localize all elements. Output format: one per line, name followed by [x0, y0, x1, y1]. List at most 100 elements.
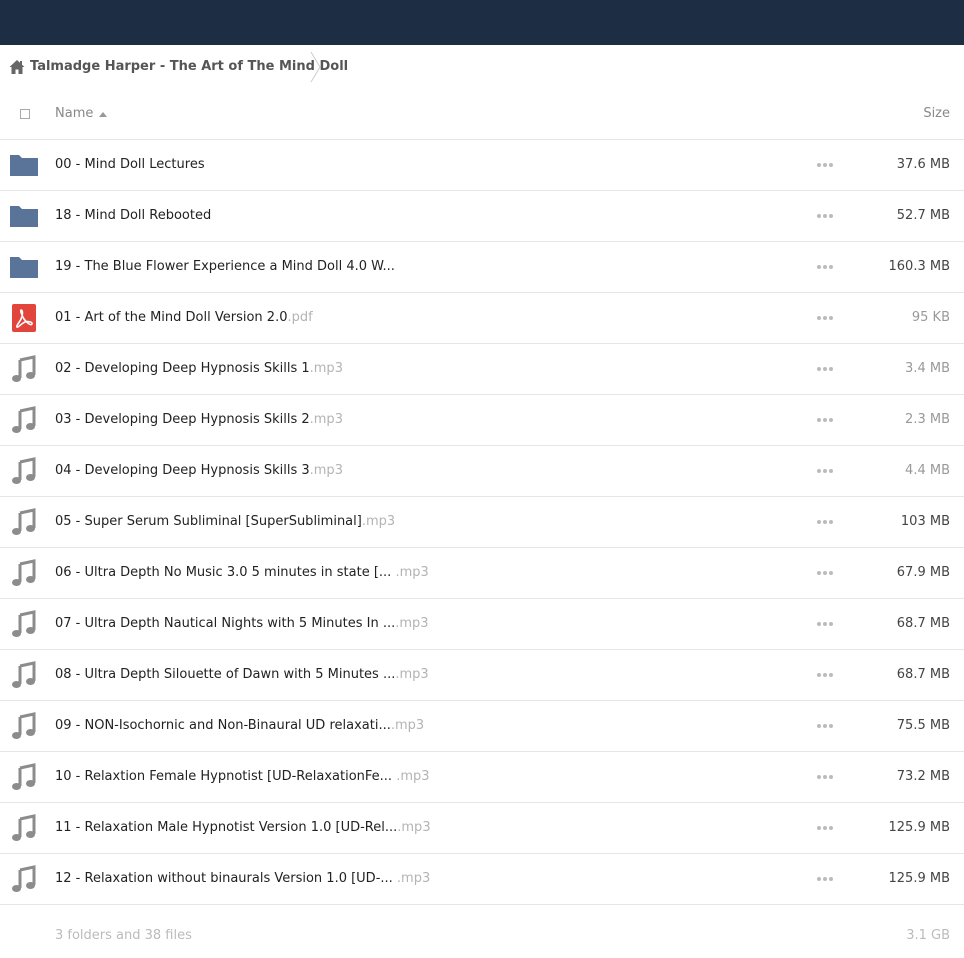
- folder-icon: [8, 201, 40, 231]
- file-name[interactable]: 12 - Relaxation without binaurals Versio…: [55, 871, 430, 887]
- file-size: 75.5 MB: [896, 718, 950, 733]
- file-row[interactable]: 01 - Art of the Mind Doll Version 2.0.pd…: [0, 293, 964, 344]
- file-row[interactable]: 10 - Relaxtion Female Hypnotist [UD-Rela…: [0, 752, 964, 803]
- file-row[interactable]: 04 - Developing Deep Hypnosis Skills 3.m…: [0, 446, 964, 497]
- file-list-summary: 3 folders and 38 files 3.1 GB: [0, 922, 964, 948]
- file-row[interactable]: 06 - Ultra Depth No Music 3.0 5 minutes …: [0, 548, 964, 599]
- file-row[interactable]: 07 - Ultra Depth Nautical Nights with 5 …: [0, 599, 964, 650]
- music-note-icon: [8, 558, 40, 588]
- select-all-checkbox[interactable]: [20, 109, 30, 119]
- more-actions-icon[interactable]: [817, 774, 833, 780]
- file-extension: .mp3: [395, 616, 429, 631]
- file-name-base: 02 - Developing Deep Hypnosis Skills 1: [55, 361, 310, 376]
- file-extension: .mp3: [309, 463, 343, 478]
- file-size: 68.7 MB: [896, 616, 950, 631]
- file-extension: .pdf: [287, 310, 313, 325]
- music-note-icon: [8, 609, 40, 639]
- file-size: 95 KB: [911, 310, 950, 325]
- file-row[interactable]: 02 - Developing Deep Hypnosis Skills 1.m…: [0, 344, 964, 395]
- file-size: 2.3 MB: [905, 412, 950, 427]
- file-name-base: 03 - Developing Deep Hypnosis Skills 2: [55, 412, 310, 427]
- file-extension: .mp3: [396, 769, 430, 784]
- more-actions-icon[interactable]: [817, 570, 833, 576]
- top-bar: [0, 0, 964, 45]
- file-row[interactable]: 19 - The Blue Flower Experience a Mind D…: [0, 242, 964, 293]
- file-extension: .mp3: [395, 565, 429, 580]
- more-actions-icon[interactable]: [817, 162, 833, 168]
- file-name[interactable]: 05 - Super Serum Subliminal [SuperSublim…: [55, 514, 395, 530]
- music-note-icon: [8, 813, 40, 843]
- file-extension: .mp3: [390, 718, 425, 733]
- sort-by-size[interactable]: Size: [923, 106, 950, 122]
- file-extension: .mp3: [309, 412, 343, 427]
- file-name-base: 10 - Relaxtion Female Hypnotist [UD-Rela…: [55, 769, 397, 784]
- music-note-icon: [8, 507, 40, 537]
- file-size: 160.3 MB: [888, 259, 950, 274]
- file-row[interactable]: 09 - NON-Isochornic and Non-Binaural UD …: [0, 701, 964, 752]
- music-note-icon: [8, 660, 40, 690]
- file-row[interactable]: 11 - Relaxation Male Hypnotist Version 1…: [0, 803, 964, 854]
- more-actions-icon[interactable]: [817, 672, 833, 678]
- file-name[interactable]: 06 - Ultra Depth No Music 3.0 5 minutes …: [55, 565, 429, 581]
- file-name[interactable]: 01 - Art of the Mind Doll Version 2.0.pd…: [55, 310, 313, 326]
- file-name-base: 08 - Ultra Depth Silouette of Dawn with …: [55, 667, 396, 682]
- file-name[interactable]: 00 - Mind Doll Lectures: [55, 157, 205, 173]
- music-note-icon: [8, 405, 40, 435]
- more-actions-icon[interactable]: [817, 825, 833, 831]
- music-note-icon: [8, 354, 40, 384]
- file-name[interactable]: 07 - Ultra Depth Nautical Nights with 5 …: [55, 616, 429, 632]
- file-row[interactable]: 03 - Developing Deep Hypnosis Skills 2.m…: [0, 395, 964, 446]
- file-name[interactable]: 10 - Relaxtion Female Hypnotist [UD-Rela…: [55, 769, 430, 785]
- more-actions-icon[interactable]: [817, 723, 833, 729]
- file-name[interactable]: 02 - Developing Deep Hypnosis Skills 1.m…: [55, 361, 343, 377]
- file-name[interactable]: 19 - The Blue Flower Experience a Mind D…: [55, 259, 395, 275]
- file-name-base: 05 - Super Serum Subliminal [SuperSublim…: [55, 514, 362, 529]
- file-row[interactable]: 00 - Mind Doll Lectures 37.6 MB: [0, 140, 964, 191]
- sort-by-name[interactable]: Name: [55, 106, 93, 122]
- file-name-base: 06 - Ultra Depth No Music 3.0 5 minutes …: [55, 565, 396, 580]
- more-actions-icon[interactable]: [817, 213, 833, 219]
- file-name[interactable]: 09 - NON-Isochornic and Non-Binaural UD …: [55, 718, 424, 734]
- more-actions-icon[interactable]: [817, 417, 833, 423]
- more-actions-icon[interactable]: [817, 621, 833, 627]
- breadcrumb-current[interactable]: Talmadge Harper - The Art of The Mind Do…: [30, 58, 348, 76]
- file-name[interactable]: 04 - Developing Deep Hypnosis Skills 3.m…: [55, 463, 343, 479]
- file-row[interactable]: 18 - Mind Doll Rebooted 52.7 MB: [0, 191, 964, 242]
- file-size: 125.9 MB: [888, 871, 950, 886]
- file-name-base: 12 - Relaxation without binaurals Versio…: [55, 871, 397, 886]
- file-extension: .mp3: [397, 820, 431, 835]
- file-size: 68.7 MB: [896, 667, 950, 682]
- sort-ascending-icon: [99, 112, 107, 117]
- file-list: 00 - Mind Doll Lectures 37.6 MB 18 - Mind …: [0, 140, 964, 905]
- file-size: 3.4 MB: [905, 361, 950, 376]
- more-actions-icon[interactable]: [817, 468, 833, 474]
- file-name[interactable]: 03 - Developing Deep Hypnosis Skills 2.m…: [55, 412, 343, 428]
- file-name-base: 04 - Developing Deep Hypnosis Skills 3: [55, 463, 310, 478]
- home-icon[interactable]: [9, 59, 25, 75]
- summary-count: 3 folders and 38 files: [55, 928, 192, 943]
- file-name[interactable]: 11 - Relaxation Male Hypnotist Version 1…: [55, 820, 431, 836]
- file-row[interactable]: 05 - Super Serum Subliminal [SuperSublim…: [0, 497, 964, 548]
- file-list-header: Name Size: [0, 90, 964, 140]
- music-note-icon: [8, 711, 40, 741]
- file-extension: .mp3: [395, 667, 429, 682]
- file-name-base: 09 - NON-Isochornic and Non-Binaural UD …: [55, 718, 391, 733]
- more-actions-icon[interactable]: [817, 519, 833, 525]
- file-extension: .mp3: [361, 514, 396, 529]
- file-name-base: 19 - The Blue Flower Experience a Mind D…: [55, 259, 395, 274]
- more-actions-icon[interactable]: [817, 315, 833, 321]
- more-actions-icon[interactable]: [817, 876, 833, 882]
- file-size: 4.4 MB: [905, 463, 950, 478]
- file-name[interactable]: 18 - Mind Doll Rebooted: [55, 208, 211, 224]
- music-note-icon: [8, 864, 40, 894]
- more-actions-icon[interactable]: [817, 264, 833, 270]
- file-row[interactable]: 08 - Ultra Depth Silouette of Dawn with …: [0, 650, 964, 701]
- file-size: 73.2 MB: [896, 769, 950, 784]
- file-size: 125.9 MB: [888, 820, 950, 835]
- pdf-file-icon: [8, 303, 40, 333]
- folder-icon: [8, 150, 40, 180]
- file-name-base: 18 - Mind Doll Rebooted: [55, 208, 212, 223]
- more-actions-icon[interactable]: [817, 366, 833, 372]
- file-name[interactable]: 08 - Ultra Depth Silouette of Dawn with …: [55, 667, 429, 683]
- file-row[interactable]: 12 - Relaxation without binaurals Versio…: [0, 854, 964, 905]
